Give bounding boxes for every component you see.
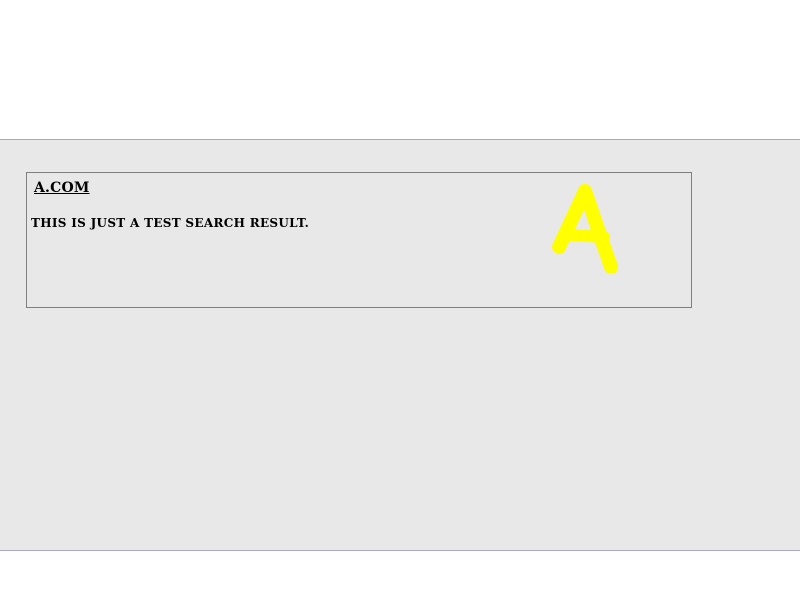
result-logo-a-icon <box>552 184 618 273</box>
result-title-link[interactable]: A.COM <box>34 179 90 197</box>
search-result-card: A.COM THIS IS JUST A TEST SEARCH RESULT. <box>26 172 692 308</box>
search-results-page: A.COM THIS IS JUST A TEST SEARCH RESULT. <box>0 0 800 600</box>
results-panel: A.COM THIS IS JUST A TEST SEARCH RESULT. <box>0 139 800 551</box>
result-snippet: THIS IS JUST A TEST SEARCH RESULT. <box>31 216 310 230</box>
